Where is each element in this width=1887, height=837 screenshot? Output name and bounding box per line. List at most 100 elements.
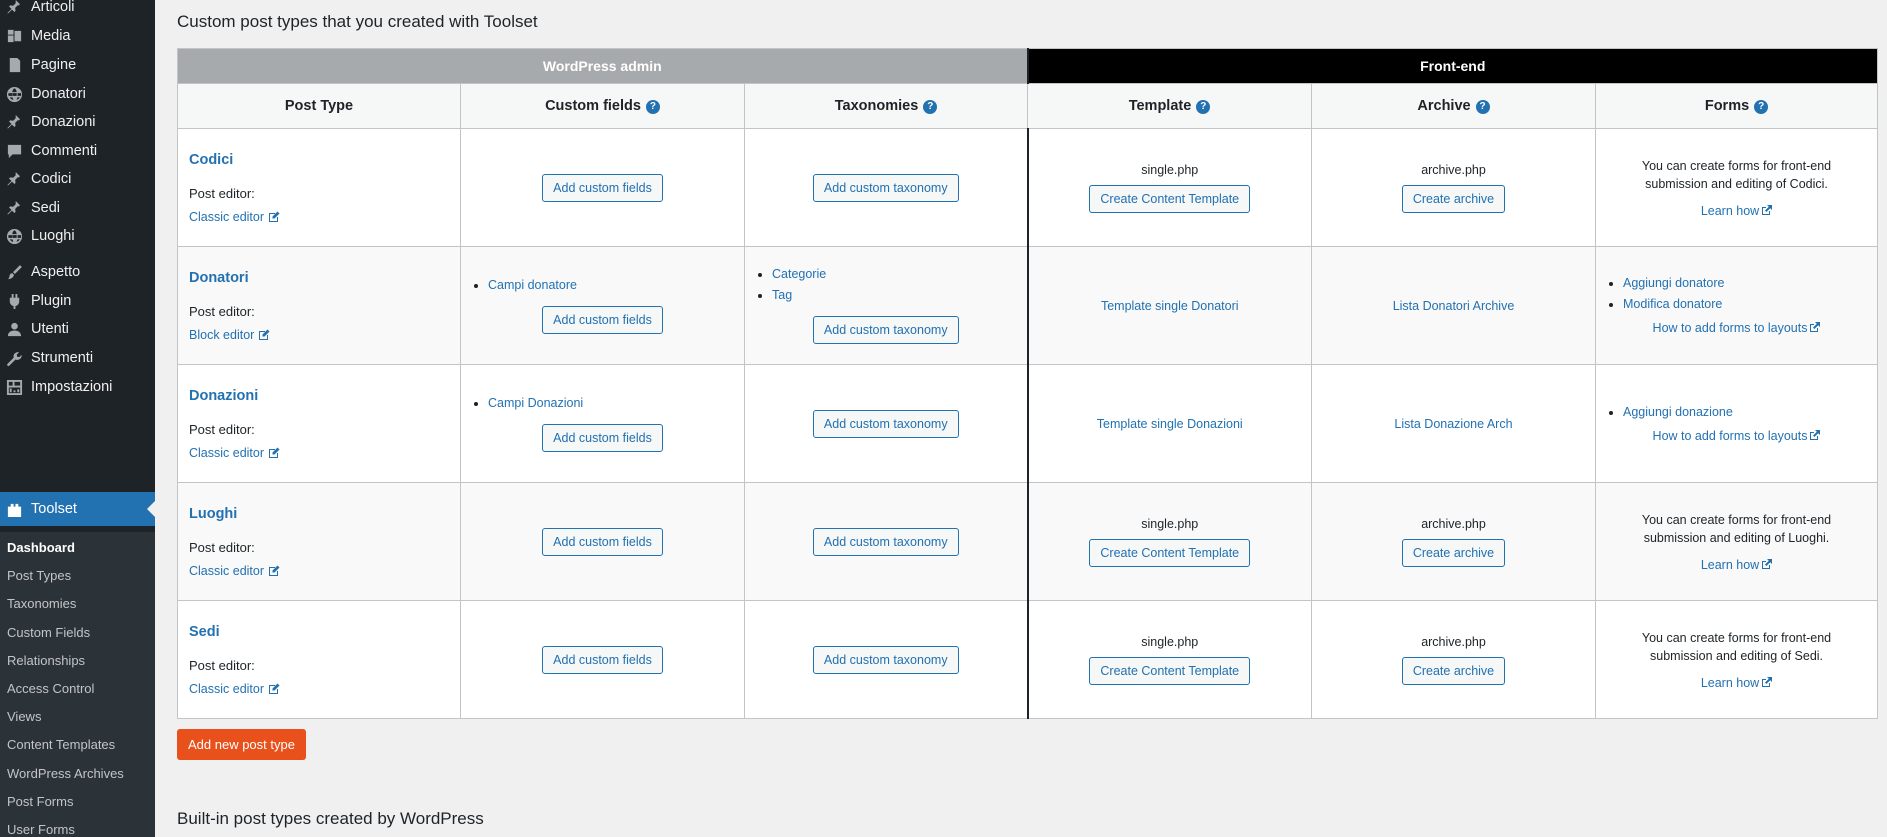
add-custom-fields-button[interactable]: Add custom fields: [542, 305, 663, 334]
sidebar-item-donazioni[interactable]: Donazioni: [0, 107, 155, 137]
custom-fields-cell: Campi Donazioni Add custom fields: [460, 364, 745, 483]
forms-cell: You can create forms for front-end submi…: [1594, 128, 1879, 247]
sidebar-item-utenti[interactable]: Utenti: [0, 314, 155, 344]
learn-how-link[interactable]: Learn how: [1701, 558, 1773, 572]
learn-how-link[interactable]: Learn how: [1701, 204, 1773, 218]
sidebar-item-strumenti[interactable]: Strumenti: [0, 343, 155, 373]
submenu-item-access-control[interactable]: Access Control: [7, 681, 94, 696]
sidebar-item-label: Luoghi: [31, 228, 75, 244]
sidebar-item-commenti[interactable]: Commenti: [0, 136, 155, 166]
sidebar-item-articoli[interactable]: Articoli: [0, 0, 155, 22]
sidebar-item-codici[interactable]: Codici: [0, 164, 155, 194]
form-link[interactable]: Aggiungi donazione: [1623, 405, 1877, 419]
toolset-submenu: Dashboard Post Types Taxonomies Custom Fiel…: [0, 532, 155, 837]
add-custom-taxonomy-button[interactable]: Add custom taxonomy: [812, 173, 959, 202]
template-cell: Template single Donatori: [1026, 246, 1312, 365]
add-custom-taxonomy-button[interactable]: Add custom taxonomy: [812, 645, 959, 674]
forms-cell: You can create forms for front-end submi…: [1594, 482, 1879, 601]
post-type-name-link[interactable]: Sedi: [189, 624, 460, 640]
post-editor-link[interactable]: Classic editor: [189, 564, 280, 578]
post-editor-link[interactable]: Classic editor: [189, 682, 280, 696]
how-to-add-forms-link[interactable]: How to add forms to layouts: [1653, 321, 1821, 335]
submenu-item-relationships[interactable]: Relationships: [7, 653, 85, 668]
add-custom-taxonomy-button[interactable]: Add custom taxonomy: [812, 316, 959, 344]
column-label: Post Type: [284, 98, 354, 114]
submenu-item-post-types[interactable]: Post Types: [7, 568, 71, 583]
sidebar-item-label: Utenti: [31, 321, 69, 337]
submenu-item-taxonomies[interactable]: Taxonomies: [7, 596, 76, 611]
table-row: Luoghi Post editor: Classic editor Add cust…: [177, 482, 1879, 601]
template-file: single.php: [1141, 516, 1199, 531]
add-custom-fields-button[interactable]: Add custom fields: [542, 527, 663, 556]
post-editor-link[interactable]: Classic editor: [189, 210, 280, 224]
sidebar-item-donatori[interactable]: Donatori: [0, 79, 155, 109]
post-editor-link[interactable]: Block editor: [189, 328, 270, 342]
submenu-item-views[interactable]: Views: [7, 709, 41, 724]
help-icon[interactable]: ?: [1475, 100, 1490, 114]
form-link[interactable]: Modifica donatore: [1623, 297, 1877, 311]
content-template-link[interactable]: Template single Donazioni: [1097, 417, 1243, 431]
how-to-add-forms-link[interactable]: How to add forms to layouts: [1653, 429, 1821, 443]
help-icon[interactable]: ?: [1196, 100, 1211, 114]
submenu-item-post-forms[interactable]: Post Forms: [7, 794, 73, 809]
create-content-template-button[interactable]: Create Content Template: [1089, 538, 1251, 567]
post-type-name-link[interactable]: Donazioni: [189, 388, 460, 404]
submenu-item-user-forms[interactable]: User Forms: [7, 822, 75, 837]
create-archive-button[interactable]: Create archive: [1401, 656, 1506, 685]
submenu-item-custom-fields[interactable]: Custom Fields: [7, 625, 90, 640]
create-archive-button[interactable]: Create archive: [1401, 538, 1506, 567]
archive-link[interactable]: Lista Donazione Arch: [1394, 417, 1512, 431]
sidebar-item-media[interactable]: Media: [0, 21, 155, 51]
add-custom-taxonomy-button[interactable]: Add custom taxonomy: [812, 527, 959, 556]
help-icon[interactable]: ?: [1754, 100, 1769, 114]
post-type-name-link[interactable]: Codici: [189, 152, 460, 168]
help-icon[interactable]: ?: [923, 100, 938, 114]
learn-how-link[interactable]: Learn how: [1701, 676, 1773, 690]
sidebar-item-plugin[interactable]: Plugin: [0, 286, 155, 316]
submenu-item-wordpress-archives[interactable]: WordPress Archives: [7, 766, 124, 781]
how-to-add-forms-label: How to add forms to layouts: [1652, 428, 1808, 443]
taxonomy-link[interactable]: Categorie: [772, 267, 1027, 281]
archive-link[interactable]: Lista Donatori Archive: [1393, 299, 1515, 313]
archive-cell: Lista Donazione Arch: [1311, 364, 1596, 483]
create-archive-button[interactable]: Create archive: [1401, 184, 1506, 213]
template-file: single.php: [1141, 634, 1199, 649]
external-link-icon: [1761, 205, 1773, 216]
submenu-item-dashboard[interactable]: Dashboard: [7, 540, 75, 555]
external-link-icon: [1809, 429, 1821, 441]
forms-list: Aggiungi donazione: [1596, 405, 1877, 419]
help-icon[interactable]: ?: [645, 100, 660, 114]
add-custom-fields-button[interactable]: Add custom fields: [542, 423, 663, 452]
content-template-link[interactable]: Template single Donatori: [1101, 299, 1239, 313]
group-header-front-end: Front-end: [1026, 48, 1879, 84]
sidebar-item-label: Plugin: [31, 293, 72, 309]
field-group-link[interactable]: Campi donatore: [488, 278, 744, 292]
sidebar-item-impostazioni[interactable]: Impostazioni: [0, 372, 155, 402]
column-header-custom-fields: Custom fields?: [460, 83, 745, 129]
form-link[interactable]: Aggiungi donatore: [1623, 276, 1877, 290]
create-content-template-button[interactable]: Create Content Template: [1089, 656, 1251, 685]
add-new-post-type-button[interactable]: Add new post type: [177, 729, 306, 760]
add-custom-taxonomy-button[interactable]: Add custom taxonomy: [812, 409, 959, 438]
column-label: Taxonomies: [834, 98, 919, 114]
submenu-item-content-templates[interactable]: Content Templates: [7, 737, 115, 752]
post-editor-link[interactable]: Classic editor: [189, 446, 280, 460]
sidebar-item-aspetto[interactable]: Aspetto: [0, 257, 155, 287]
add-custom-fields-button[interactable]: Add custom fields: [542, 645, 663, 674]
forms-cell: Aggiungi donatore Modifica donatore How to…: [1594, 246, 1879, 365]
template-file: single.php: [1141, 162, 1199, 177]
post-type-name-link[interactable]: Luoghi: [189, 506, 460, 522]
taxonomies-cell: Add custom taxonomy: [744, 600, 1028, 719]
sidebar-item-pagine[interactable]: Pagine: [0, 50, 155, 80]
template-cell: single.php Create Content Template: [1026, 600, 1312, 719]
external-link-icon: [1761, 559, 1773, 570]
add-custom-fields-button[interactable]: Add custom fields: [542, 173, 663, 202]
sidebar-item-toolset[interactable]: Toolset: [0, 492, 155, 526]
field-group-link[interactable]: Campi Donazioni: [488, 396, 744, 410]
sidebar-item-luoghi[interactable]: Luoghi: [0, 221, 155, 251]
create-content-template-button[interactable]: Create Content Template: [1089, 184, 1251, 213]
taxonomy-link[interactable]: Tag: [772, 288, 1027, 302]
sidebar-item-label: Pagine: [31, 57, 77, 73]
post-type-name-link[interactable]: Donatori: [189, 270, 460, 286]
sidebar-item-sedi[interactable]: Sedi: [0, 193, 155, 223]
